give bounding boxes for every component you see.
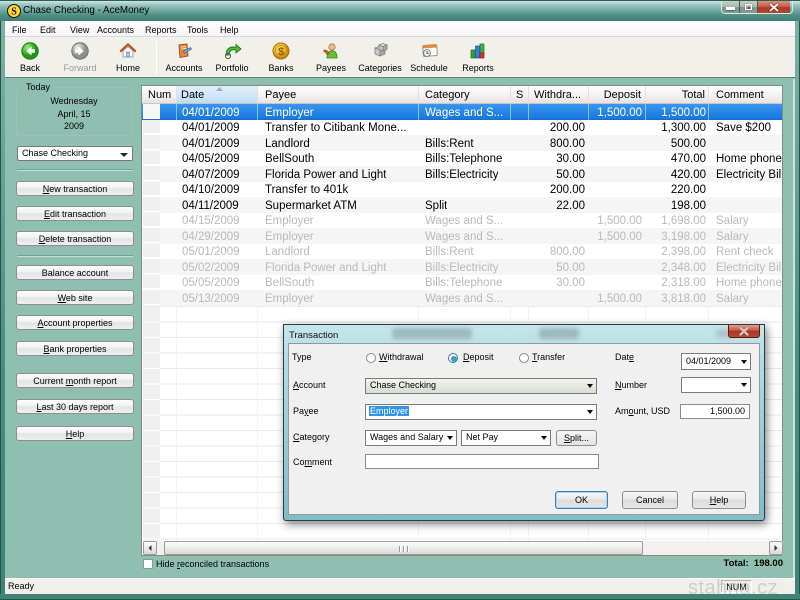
svg-text:$: $ (278, 46, 284, 58)
svg-text:S: S (11, 7, 17, 18)
